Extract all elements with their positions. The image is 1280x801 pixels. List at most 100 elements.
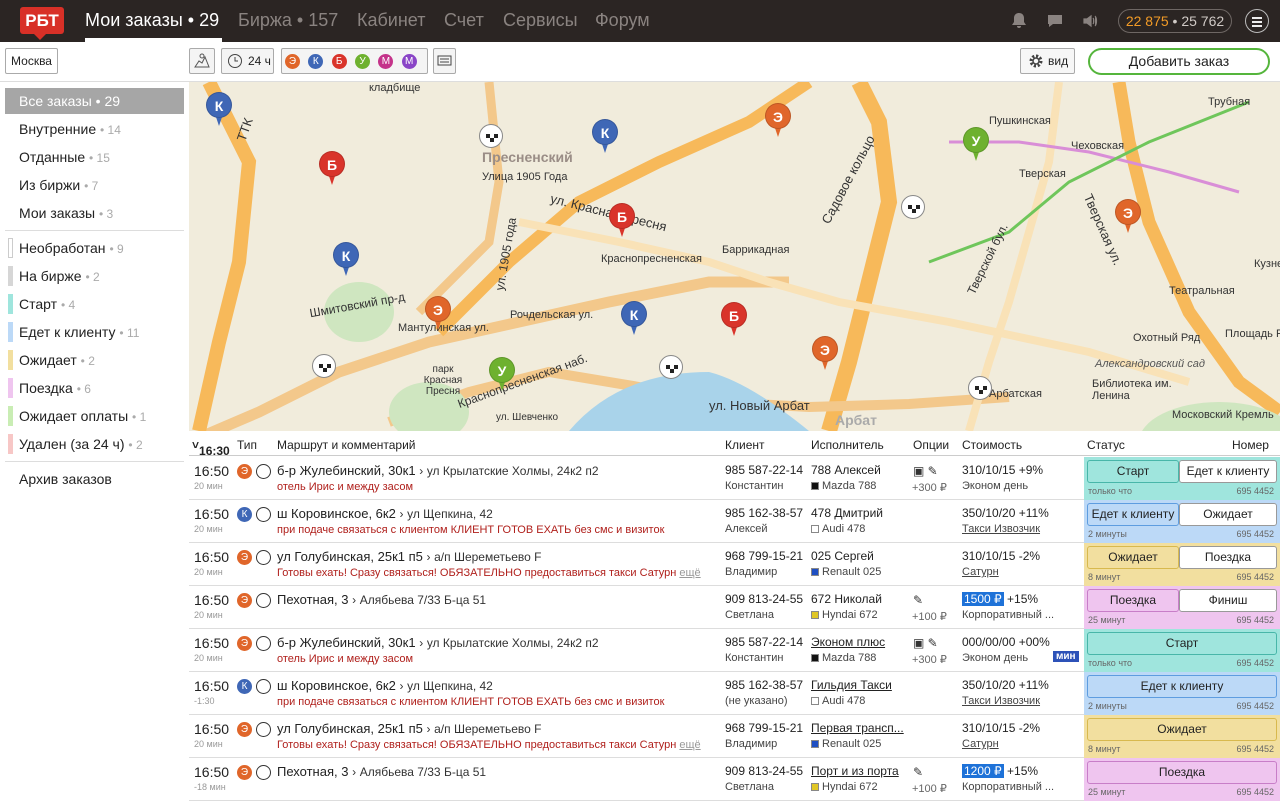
order-tariff[interactable]: Сатурн <box>962 738 999 750</box>
client-phone[interactable]: 968 799-15-21 <box>725 549 803 563</box>
executor-name[interactable]: 788 Алексей <box>811 463 881 477</box>
add-order-button[interactable]: Добавить заказ <box>1088 48 1270 75</box>
order-route[interactable]: Пехотная, 3 › Алябьева 7/33 Б-ца 51 <box>277 592 486 607</box>
map-pin-comfort[interactable]: К <box>333 242 359 278</box>
free-taxi-icon[interactable] <box>968 376 992 400</box>
status-next-button[interactable]: Поездка <box>1179 546 1277 569</box>
status-current-button[interactable]: Ожидает <box>1087 546 1179 569</box>
logo[interactable]: РБТ <box>20 7 64 40</box>
order-route[interactable]: ш Коровинское, 6к2 › ул Щепкина, 42 <box>277 678 493 693</box>
status-current-button[interactable]: Ожидает <box>1087 718 1277 741</box>
order-route[interactable]: ул Голубинская, 25к1 п5 › а/п Шереметьев… <box>277 549 542 564</box>
table-row[interactable]: 16:50 20 мин Кш Коровинское, 6к2 › ул Щепк… <box>189 500 1280 543</box>
type-economy-icon[interactable]: Э <box>285 54 300 70</box>
map-pin-economy[interactable]: Э <box>765 103 791 139</box>
type-minibus-icon[interactable]: М <box>401 54 417 70</box>
status-next-button[interactable]: Ожидает <box>1179 503 1277 526</box>
map-pin-business[interactable]: Б <box>319 151 345 187</box>
executor-name[interactable]: Порт и из порта <box>811 764 899 778</box>
nav-account[interactable]: Счет <box>444 10 484 31</box>
client-phone[interactable]: 985 587-22-14 <box>725 463 803 477</box>
executor-name[interactable]: 478 Дмитрий <box>811 506 883 520</box>
sidebar-item-waiting[interactable]: Ожидает • 2 <box>5 347 184 373</box>
status-next-button[interactable]: Едет к клиенту <box>1179 460 1277 483</box>
type-comfort-icon[interactable]: К <box>308 54 324 70</box>
map-pin-economy[interactable]: Э <box>812 336 838 372</box>
order-route[interactable]: ш Коровинское, 6к2 › ул Щепкина, 42 <box>277 506 493 521</box>
sound-icon[interactable] <box>1081 11 1101 31</box>
sidebar-item-internal[interactable]: Внутренние • 14 <box>5 116 184 142</box>
status-next-button[interactable]: Финиш <box>1179 589 1277 612</box>
type-universal-icon[interactable]: У <box>355 54 371 70</box>
list-toggle-button[interactable] <box>433 48 456 74</box>
order-route[interactable]: б-р Жулебинский, 30к1 › ул Крылатские Хо… <box>277 635 599 650</box>
more-link[interactable]: ещё <box>679 567 700 579</box>
more-link[interactable]: ещё <box>679 739 700 751</box>
hamburger-menu-button[interactable] <box>1245 9 1269 33</box>
order-tariff[interactable]: Сатурн <box>962 566 999 578</box>
client-phone[interactable]: 968 799-15-21 <box>725 721 803 735</box>
executor-name[interactable]: Гильдия Такси <box>811 678 892 692</box>
sidebar-item-on-exchange[interactable]: На бирже • 2 <box>5 263 184 289</box>
nav-services[interactable]: Сервисы <box>503 10 578 31</box>
period-selector[interactable]: 24 ч <box>221 48 274 74</box>
status-current-button[interactable]: Поездка <box>1087 761 1277 784</box>
free-taxi-icon[interactable] <box>312 354 336 378</box>
map-pin-business[interactable]: Б <box>721 302 747 338</box>
sidebar-item-driving-to-client[interactable]: Едет к клиенту • 11 <box>5 319 184 345</box>
balance-pill[interactable]: 22 875 • 25 762 <box>1118 9 1232 33</box>
free-taxi-icon[interactable] <box>659 355 683 379</box>
order-tariff[interactable]: Такси Извозчик <box>962 695 1040 707</box>
order-tariff[interactable]: Эконом день <box>962 652 1028 664</box>
nav-my-orders[interactable]: Мои заказы • 29 <box>85 10 219 31</box>
order-route[interactable]: Пехотная, 3 › Алябьева 7/33 Б-ца 51 <box>277 764 486 779</box>
free-taxi-icon[interactable] <box>901 195 925 219</box>
executor-name[interactable]: Эконом плюс <box>811 635 885 649</box>
view-settings-button[interactable]: вид <box>1020 48 1075 74</box>
client-phone[interactable]: 985 162-38-57 <box>725 678 803 692</box>
time-sort-header[interactable]: ˅ 16:30 <box>192 438 230 458</box>
status-current-button[interactable]: Старт <box>1087 632 1277 655</box>
map-pin-comfort[interactable]: К <box>592 119 618 155</box>
map-pin-economy[interactable]: Э <box>1115 199 1141 235</box>
map-pin-comfort[interactable]: К <box>206 92 232 128</box>
order-tariff[interactable]: Корпоративный ... <box>962 781 1054 793</box>
sidebar-item-start[interactable]: Старт • 4 <box>5 291 184 317</box>
table-row[interactable]: 16:50 20 мин Эб-р Жулебинский, 30к1 › ул К… <box>189 457 1280 500</box>
sidebar-item-trip[interactable]: Поездка • 6 <box>5 375 184 401</box>
order-route[interactable]: ул Голубинская, 25к1 п5 › а/п Шереметьев… <box>277 721 542 736</box>
bell-icon[interactable] <box>1009 11 1029 31</box>
status-current-button[interactable]: Едет к клиенту <box>1087 503 1179 526</box>
sidebar-item-awaiting-payment[interactable]: Ожидает оплаты • 1 <box>5 403 184 429</box>
client-phone[interactable]: 985 587-22-14 <box>725 635 803 649</box>
sidebar-item-all-orders[interactable]: Все заказы • 29 <box>5 88 184 114</box>
chat-icon[interactable] <box>1045 11 1065 31</box>
sidebar-item-given[interactable]: Отданные • 15 <box>5 144 184 170</box>
client-phone[interactable]: 985 162-38-57 <box>725 506 803 520</box>
executor-name[interactable]: 672 Николай <box>811 592 882 606</box>
order-tariff[interactable]: Такси Извозчик <box>962 523 1040 535</box>
sidebar-item-unprocessed[interactable]: Необработан • 9 <box>5 235 184 261</box>
table-row[interactable]: 16:50 20 мин Эул Голубинская, 25к1 п5 › а/… <box>189 715 1280 758</box>
table-row[interactable]: 16:50 20 мин Эул Голубинская, 25к1 п5 › а/… <box>189 543 1280 586</box>
table-row[interactable]: 16:50 20 мин Эб-р Жулебинский, 30к1 › ул К… <box>189 629 1280 672</box>
map-pin-universal[interactable]: У <box>963 127 989 163</box>
client-phone[interactable]: 909 813-24-55 <box>725 592 803 606</box>
map-pin-economy[interactable]: Э <box>425 296 451 332</box>
map-toggle-button[interactable] <box>189 48 215 74</box>
free-taxi-icon[interactable] <box>479 124 503 148</box>
map-pin-universal[interactable]: У <box>489 357 515 393</box>
nav-forum[interactable]: Форум <box>595 10 650 31</box>
order-type-filter[interactable]: Э К Б У М М <box>281 48 428 74</box>
status-current-button[interactable]: Поездка <box>1087 589 1179 612</box>
city-selector[interactable]: Москва <box>5 48 58 74</box>
order-route[interactable]: б-р Жулебинский, 30к1 › ул Крылатские Хо… <box>277 463 599 478</box>
order-tariff[interactable]: Корпоративный ... <box>962 609 1054 621</box>
nav-exchange[interactable]: Биржа • 157 <box>238 10 338 31</box>
type-minivan-icon[interactable]: М <box>378 54 394 70</box>
sidebar-item-archive[interactable]: Архив заказов <box>5 466 184 492</box>
executor-name[interactable]: 025 Сергей <box>811 549 874 563</box>
sidebar-item-from-exchange[interactable]: Из биржи • 7 <box>5 172 184 198</box>
sidebar-item-my-orders[interactable]: Мои заказы • 3 <box>5 200 184 226</box>
table-row[interactable]: 16:50 -18 мин Э Пехотная, 3 › Алябьева 7/33… <box>189 758 1280 801</box>
